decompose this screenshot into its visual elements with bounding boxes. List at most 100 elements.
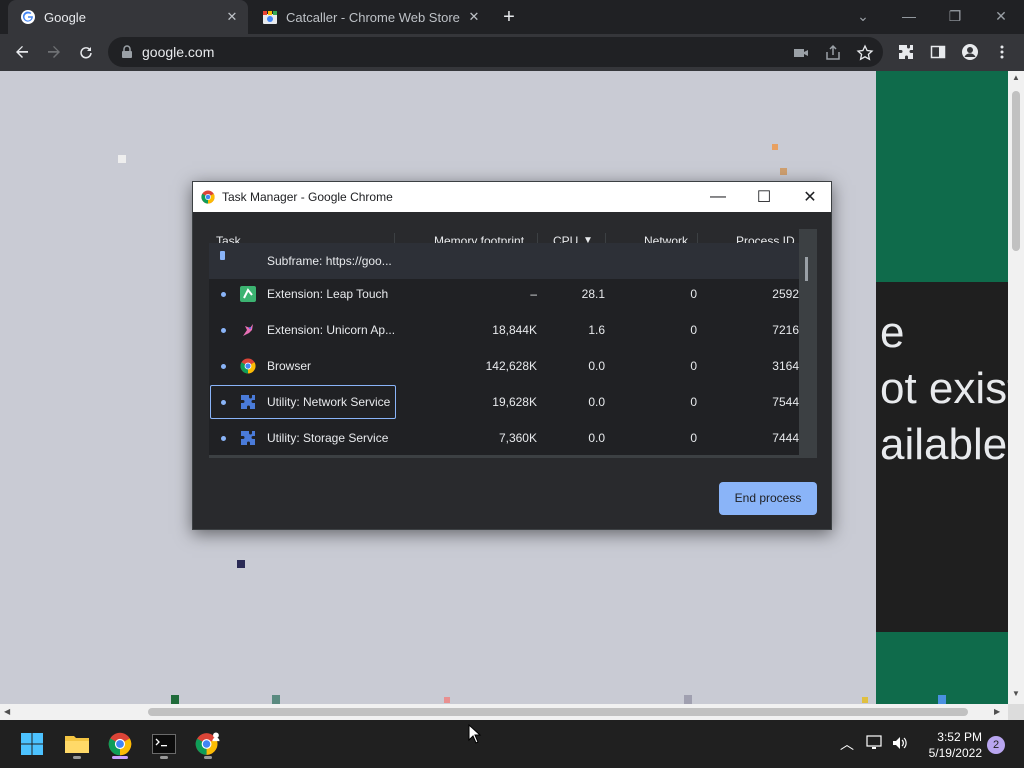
end-process-button[interactable]: End process	[719, 482, 817, 515]
tab-search-icon[interactable]: ⌄	[840, 4, 886, 28]
bullet	[221, 436, 226, 441]
table-row[interactable]: Subframe: https://goo...	[209, 243, 799, 279]
table-row[interactable]: Browser 142,628K 0.0 0 3164	[209, 348, 799, 384]
memory-value: 142,628K	[485, 359, 537, 373]
restore-button[interactable]: ❐	[932, 4, 978, 28]
table-row[interactable]: Extension: Unicorn Ap... 18,844K 1.6 0 7…	[209, 312, 799, 348]
page-dot	[272, 695, 280, 704]
memory-value: –	[530, 287, 537, 301]
scroll-right-icon[interactable]: ▶	[994, 707, 1000, 716]
memory-value: 7,360K	[498, 431, 537, 445]
address-bar[interactable]: google.com	[108, 37, 883, 67]
task-manager-dialog: Task Manager - Google Chrome — ☐ ✕ Task …	[192, 181, 832, 530]
windows-logo-icon	[21, 733, 43, 755]
start-button[interactable]	[16, 728, 48, 760]
scroll-left-icon[interactable]: ◀	[4, 707, 10, 716]
bookmark-star-icon[interactable]	[856, 44, 874, 62]
camera-icon[interactable]	[792, 44, 810, 62]
bullet	[221, 292, 226, 297]
chrome-icon	[240, 358, 256, 374]
task-name: Utility: Storage Service	[267, 431, 389, 445]
network-icon[interactable]	[866, 735, 884, 751]
puzzle-icon	[241, 431, 255, 445]
table-vertical-scrollbar[interactable]	[799, 229, 817, 458]
close-window-button[interactable]: ✕	[978, 4, 1024, 28]
table-row-selected[interactable]: Utility: Network Service 19,628K 0.0 0 7…	[209, 384, 799, 420]
page-dot	[684, 695, 692, 704]
leap-touch-icon	[240, 286, 256, 302]
process-id-value: 7444	[772, 431, 799, 445]
table-horizontal-scrollbar[interactable]	[209, 455, 799, 458]
task-manager-titlebar[interactable]: Task Manager - Google Chrome — ☐ ✕	[193, 182, 831, 212]
scrollbar-thumb[interactable]	[1012, 91, 1020, 251]
tab-close-icon[interactable]: ✕	[222, 9, 242, 25]
cpu-value: 28.1	[581, 287, 605, 301]
table-row[interactable]: Extension: Leap Touch – 28.1 0 2592	[209, 276, 799, 312]
page-horizontal-scrollbar[interactable]: ◀ ▶	[0, 704, 1008, 720]
page-dot	[780, 168, 787, 175]
process-id-value: 3164	[772, 359, 799, 373]
tab-strip: Google ✕ Catcaller - Chrome Web Store ✕ …	[0, 0, 1024, 34]
back-icon[interactable]	[8, 38, 36, 66]
minimize-button[interactable]: —	[695, 182, 741, 212]
chrome-web-store-icon	[263, 11, 277, 24]
process-id-value: 7216	[772, 323, 799, 337]
network-value: 0	[690, 287, 697, 301]
memory-value: 18,844K	[492, 323, 537, 337]
new-tab-button[interactable]: +	[498, 6, 520, 28]
side-panel-icon[interactable]	[924, 38, 952, 66]
file-explorer-button[interactable]	[61, 728, 93, 760]
task-name: Browser	[267, 359, 312, 373]
task-name: Extension: Unicorn Ap...	[267, 323, 396, 337]
scrollbar-thumb[interactable]	[805, 257, 808, 281]
running-indicator	[204, 756, 212, 759]
profile-avatar-icon[interactable]	[956, 38, 984, 66]
active-indicator	[112, 756, 128, 759]
chrome-taskbar-button[interactable]	[104, 728, 136, 760]
frame-icon	[220, 251, 225, 260]
volume-icon[interactable]	[891, 735, 909, 751]
network-value: 0	[690, 323, 697, 337]
partial-text-line: ailable.	[880, 420, 1008, 469]
task-name: Utility: Network Service	[267, 395, 391, 409]
tab-catcaller[interactable]: Catcaller - Chrome Web Store ✕	[250, 0, 490, 34]
scroll-down-icon[interactable]: ▼	[1012, 689, 1020, 698]
page-dot	[237, 560, 245, 568]
reload-icon[interactable]	[72, 38, 100, 66]
table-row[interactable]: Utility: Storage Service 7,360K 0.0 0 74…	[209, 420, 799, 456]
extensions-icon[interactable]	[892, 38, 920, 66]
tab-google[interactable]: Google ✕	[8, 0, 248, 34]
memory-value: 19,628K	[492, 395, 537, 409]
browser-toolbar: google.com	[0, 34, 1024, 71]
cpu-value: 0.0	[588, 395, 605, 409]
clock-date: 5/19/2022	[928, 746, 982, 760]
close-button[interactable]: ✕	[787, 182, 833, 212]
page-vertical-scrollbar[interactable]: ▲ ▼	[1008, 71, 1024, 704]
cpu-value: 0.0	[588, 431, 605, 445]
terminal-icon	[152, 734, 176, 754]
bullet	[221, 400, 226, 405]
system-clock[interactable]: 3:52 PM 5/19/2022	[916, 729, 982, 761]
chrome-icon	[108, 732, 132, 756]
share-icon[interactable]	[824, 44, 842, 62]
menu-kebab-icon[interactable]	[988, 38, 1016, 66]
chrome-profile-icon	[195, 732, 220, 755]
maximize-button[interactable]: ☐	[741, 182, 787, 212]
chrome-profile-taskbar-button[interactable]	[192, 728, 224, 760]
tab-close-icon[interactable]: ✕	[464, 9, 484, 25]
minimize-button[interactable]: —	[886, 4, 932, 28]
terminal-button[interactable]	[148, 728, 180, 760]
cpu-value: 0.0	[588, 359, 605, 373]
scrollbar-thumb[interactable]	[148, 708, 968, 716]
process-table: Task Memory footprint CPU ▼ Network Proc…	[209, 229, 817, 458]
puzzle-icon	[241, 395, 255, 409]
forward-icon[interactable]	[40, 38, 68, 66]
mouse-pointer-icon	[468, 724, 482, 744]
google-icon	[21, 10, 35, 24]
chrome-icon	[201, 190, 215, 204]
show-hidden-icons-icon[interactable]: ︿	[840, 734, 854, 754]
page-dot	[772, 144, 778, 150]
notification-badge[interactable]: 2	[987, 736, 1005, 754]
scroll-up-icon[interactable]: ▲	[1012, 73, 1020, 82]
tab-title: Google	[44, 9, 86, 25]
